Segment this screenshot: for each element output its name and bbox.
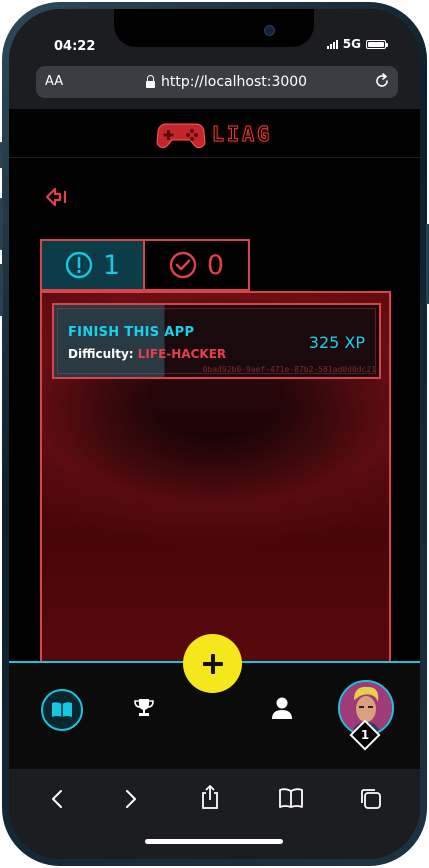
plus-icon [202,653,223,674]
user-icon [272,697,292,719]
url-text: http://localhost:3000 [161,74,308,90]
completed-quests-count: 0 [206,249,225,281]
signal-icon [326,39,338,49]
quest-title: FINISH THIS APP [68,325,195,340]
battery-icon [366,39,388,49]
volume-down-button [0,264,3,316]
trophy-icon [134,699,154,716]
share-icon[interactable] [199,784,221,814]
check-circle-icon [169,251,197,279]
difficulty-value: LIFE-HACKER [137,347,227,361]
browser-bottom-toolbar [9,769,420,859]
quest-list: FINISH THIS APP Difficulty: LIFE-HACKER … [40,291,391,671]
bottom-nav: 1 [9,634,420,771]
nav-profile-button[interactable] [271,696,293,724]
add-quest-button[interactable] [183,634,242,693]
quest-card[interactable]: FINISH THIS APP Difficulty: LIFE-HACKER … [52,303,381,379]
browser-toolbar: AA http://localhost:3000 [9,59,420,109]
phone-frame: 04:22 5G AA http://localhost:3000 LIAG 1… [0,2,429,866]
app-logo[interactable]: LIAG [156,118,272,150]
level-number: 1 [360,728,370,742]
logo-text: LIAG [211,122,273,147]
url-display[interactable]: http://localhost:3000 [146,74,307,90]
avatar-button[interactable]: 1 [338,680,394,751]
network-label: 5G [342,37,361,51]
forward-icon[interactable] [121,787,141,815]
book-icon [52,702,72,717]
home-indicator [145,839,283,844]
back-icon[interactable] [47,787,67,815]
tabs-icon[interactable] [359,787,383,815]
difficulty-label: Difficulty: [68,347,134,361]
camera [264,25,275,36]
nav-quests-button[interactable] [41,689,83,731]
mute-switch [0,142,3,168]
status-time: 04:22 [54,39,96,54]
address-bar[interactable]: AA http://localhost:3000 [36,66,398,98]
bookmarks-icon[interactable] [278,787,304,813]
quest-xp: 325 XP [308,333,365,352]
notch [114,9,314,47]
reload-icon[interactable] [372,71,392,95]
tab-open-quests[interactable]: 1 [40,239,145,291]
main-content: 1 0 FINISH THIS APP Difficulty: LIFE-HAC… [9,158,420,671]
lock-icon [146,74,155,88]
app-header: LIAG [9,109,420,158]
status-indicators: 5G [326,37,388,51]
gamepad-icon [156,123,206,149]
quest-id: 0bad92b0-9aef-471e-87b2-581ad0d0dc21 [202,365,376,374]
tab-completed-quests[interactable]: 0 [145,239,250,291]
nav-leaderboard-button[interactable] [133,697,155,723]
exclamation-circle-icon [65,251,93,279]
volume-up-button [0,198,3,250]
logout-icon[interactable] [44,186,70,212]
screen: 04:22 5G AA http://localhost:3000 LIAG 1… [9,9,420,859]
text-size-button[interactable]: AA [45,74,63,89]
quest-difficulty: Difficulty: LIFE-HACKER [68,347,226,361]
open-quests-count: 1 [102,249,121,281]
